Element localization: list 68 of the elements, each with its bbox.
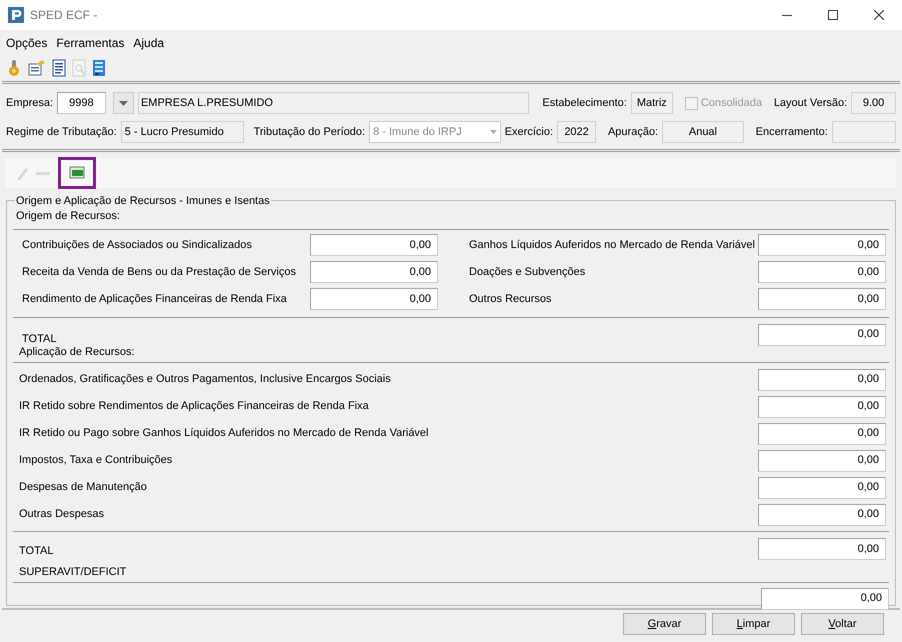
result-field[interactable]: 0,00 [761, 588, 889, 610]
company-name-field: EMPRESA L.PRESUMIDO [138, 92, 529, 114]
field-label: Ordenados, Gratificações e Outros Pagamentos, Inclusive Encargos Sociais [19, 372, 392, 388]
field-label: Impostos, Taxa e Contribuições [19, 453, 174, 468]
period-type-field: Anual [662, 121, 744, 143]
value-field[interactable]: 0,00 [758, 476, 886, 498]
menu-item[interactable]: Ferramentas [54, 34, 126, 52]
field-label: Receita da Venda de Bens ou da Prestação de Serviços [22, 264, 297, 280]
value-field[interactable]: 0,00 [758, 261, 886, 283]
action-button[interactable]: Voltar [801, 613, 884, 635]
dropdown-button[interactable] [112, 92, 134, 114]
closing-date-field [832, 121, 896, 143]
section-title: SUPERAVIT/DEFICIT [18, 565, 128, 580]
field-label: Outras Despesas [19, 507, 105, 522]
value-field[interactable]: 0,00 [758, 450, 886, 472]
app-logo-icon [8, 7, 24, 23]
value-field[interactable]: 0,00 [758, 396, 886, 418]
close-icon[interactable] [874, 10, 884, 20]
menu-item[interactable]: Ajuda [131, 34, 166, 52]
field-label: IR Retido ou Pago sobre Ganhos Líquidos Auferidos no Mercado de Renda Variável [19, 426, 430, 442]
total-label: TOTAL [21, 332, 58, 347]
document-pencil-icon[interactable] [28, 60, 46, 76]
section-title: Aplicação de Recursos: [18, 344, 136, 360]
field-label: IR Retido sobre Rendimentos de Aplicações Financeiras de Renda Fixa [19, 399, 370, 414]
period-dropdown[interactable]: 8 - Imune do IRPJ [369, 121, 501, 143]
menu-item[interactable]: Opções [4, 34, 50, 52]
section-title: Origem de Recursos: [15, 209, 121, 224]
group-title: Origem e Aplicação de Recursos - Imunes e Isentas [15, 193, 271, 210]
field-label: Ganhos Líquidos Auferidos no Mercado de Renda Variável [469, 238, 756, 253]
action-button[interactable]: Gravar [623, 613, 706, 635]
field-label: Encerramento: [756, 124, 828, 140]
field-label: Despesas de Manutenção [19, 480, 148, 496]
screen-icon[interactable] [58, 157, 96, 189]
total-label: TOTAL [19, 544, 54, 559]
value-field[interactable]: 0,00 [310, 261, 438, 283]
checkbox-label: Consolidada [700, 96, 762, 111]
caret-icon [490, 130, 497, 134]
year-field: 2022 [557, 121, 596, 143]
establishment-field: Matriz [630, 92, 673, 114]
field-label: Regime de Tributação: [6, 124, 117, 140]
field-label: Apuração: [608, 124, 658, 140]
value-field[interactable]: 0,00 [758, 234, 886, 256]
document-icon[interactable] [52, 59, 66, 77]
action-button[interactable]: Limpar [712, 613, 795, 635]
value-field[interactable]: 0,00 [758, 422, 886, 444]
maximize-icon[interactable] [828, 10, 838, 20]
field-label: Doações e Subvenções [469, 264, 586, 280]
value-field[interactable]: 0,00 [310, 288, 438, 310]
field-label: Exercício: [504, 124, 553, 140]
value-field[interactable]: 0,00 [310, 234, 438, 256]
field-label: Layout Versão: [774, 96, 848, 111]
value-field[interactable]: 0,00 [758, 504, 886, 526]
window-title: SPED ECF - [30, 7, 98, 24]
field-label: Contribuições de Associados ou Sindicalizados [22, 238, 253, 253]
field-label: Estabelecimento: [542, 96, 627, 111]
field-label: Rendimento de Aplicações Financeiras de Renda Fixa [22, 292, 288, 307]
value-field[interactable]: 0,00 [758, 538, 886, 560]
value-field[interactable]: 0,00 [758, 324, 886, 346]
field-label: Tributação do Período: [254, 124, 366, 140]
regime-field: 5 - Lucro Presumido [120, 121, 244, 143]
field-label: Outros Recursos [469, 292, 553, 307]
grid-icon[interactable] [92, 59, 106, 77]
field-label: Empresa: [6, 96, 54, 111]
value-field[interactable]: 0,00 [758, 288, 886, 310]
version-field: 9.00 [851, 92, 896, 114]
code-field[interactable]: 9998 [57, 92, 106, 114]
value-field[interactable]: 0,00 [758, 368, 886, 390]
caret-icon [118, 100, 128, 106]
